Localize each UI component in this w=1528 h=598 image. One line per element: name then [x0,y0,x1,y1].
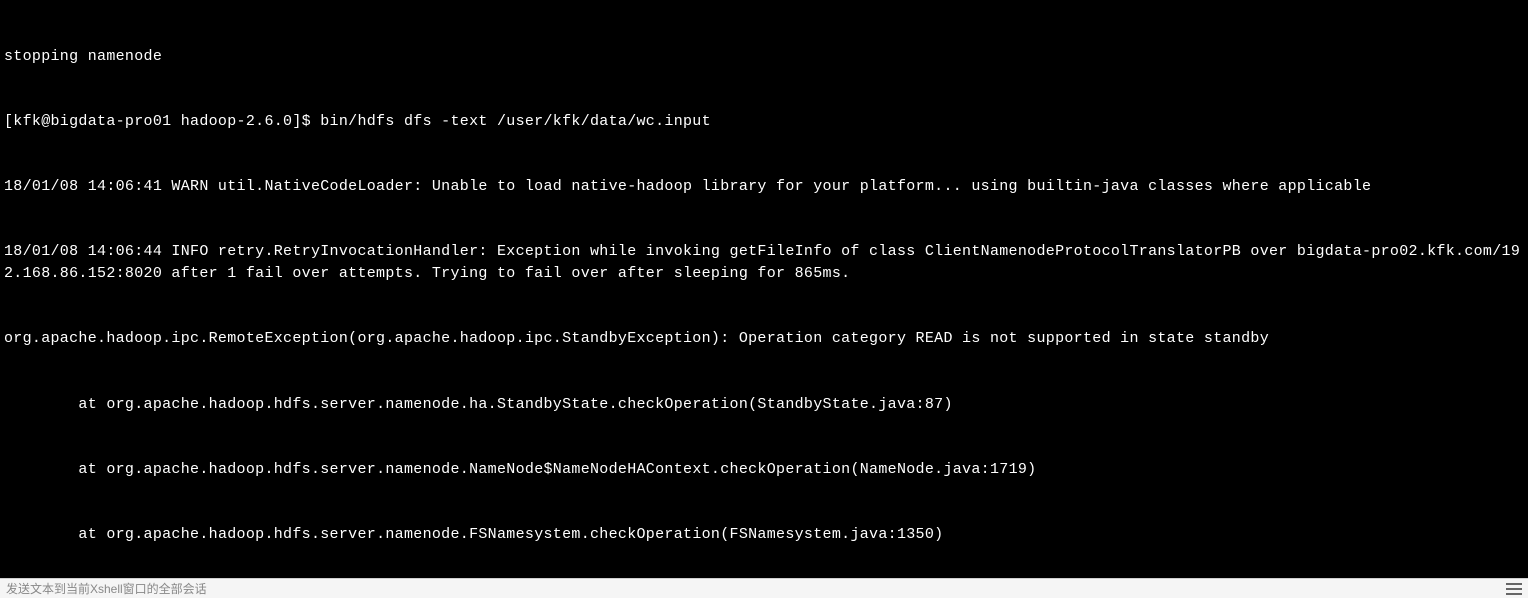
terminal-line: 18/01/08 14:06:44 INFO retry.RetryInvoca… [4,241,1524,285]
bottom-input-bar: 发送文本到当前Xshell窗口的全部会话 [0,578,1528,598]
terminal-line: org.apache.hadoop.ipc.RemoteException(or… [4,328,1524,350]
terminal-line: stopping namenode [4,46,1524,68]
broadcast-input-placeholder[interactable]: 发送文本到当前Xshell窗口的全部会话 [6,580,1506,597]
terminal-line: at org.apache.hadoop.hdfs.server.namenod… [4,394,1524,416]
hamburger-menu-icon[interactable] [1506,583,1522,595]
terminal-line: at org.apache.hadoop.hdfs.server.namenod… [4,524,1524,546]
terminal-output[interactable]: stopping namenode [kfk@bigdata-pro01 had… [0,0,1528,578]
terminal-line: 18/01/08 14:06:41 WARN util.NativeCodeLo… [4,176,1524,198]
terminal-line: [kfk@bigdata-pro01 hadoop-2.6.0]$ bin/hd… [4,111,1524,133]
terminal-line: at org.apache.hadoop.hdfs.server.namenod… [4,459,1524,481]
